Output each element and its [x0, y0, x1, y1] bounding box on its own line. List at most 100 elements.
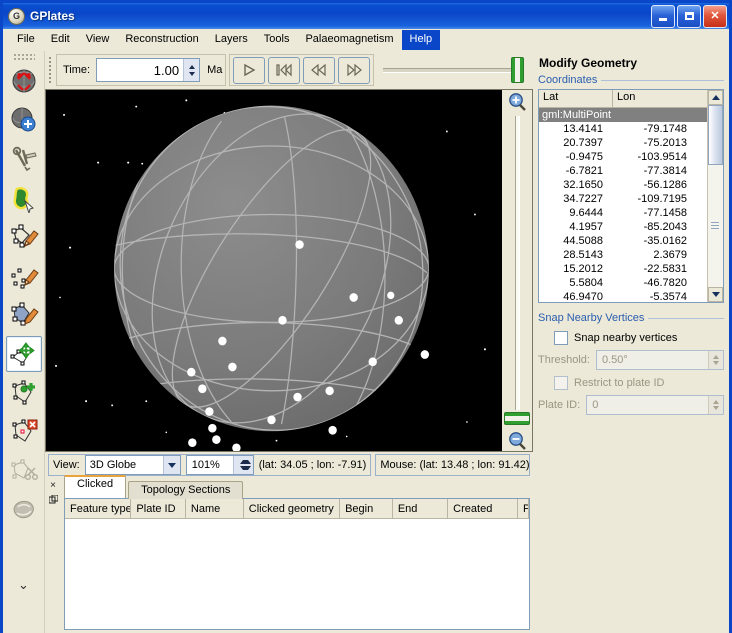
menu-tools[interactable]: Tools	[256, 30, 298, 50]
zoom-in-button[interactable]	[507, 92, 527, 112]
geometry-group-row[interactable]: gml:MultiPoint	[539, 108, 707, 122]
spin-up-icon[interactable]	[188, 64, 195, 69]
scroll-up-button[interactable]	[708, 90, 723, 105]
restrict-plate-id-row[interactable]: Restrict to plate ID	[554, 376, 724, 390]
menu-view[interactable]: View	[78, 30, 118, 50]
zoom-slider[interactable]	[504, 112, 530, 431]
column-header-name[interactable]: Name	[186, 499, 244, 518]
animation-toolbar-grip[interactable]	[48, 56, 53, 84]
menu-edit[interactable]: Edit	[43, 30, 78, 50]
spin-up-icon[interactable]	[713, 355, 719, 359]
click-geometry-tool[interactable]	[6, 180, 42, 216]
digitise-polygon-tool[interactable]	[6, 297, 42, 333]
column-header-present-day-geometry[interactable]: Present-day geometry (lat ; lon)	[518, 499, 529, 518]
column-header-clicked-geometry[interactable]: Clicked geometry	[244, 499, 341, 518]
plate-id-spin-arrows[interactable]	[708, 396, 723, 414]
time-slider-track[interactable]	[383, 67, 511, 73]
column-header-created[interactable]: Created	[448, 499, 518, 518]
play-button[interactable]	[233, 56, 266, 84]
toolbar-grip[interactable]	[12, 53, 35, 60]
column-header-lat[interactable]: Lat	[539, 90, 613, 107]
scrollbar-thumb-top[interactable]	[708, 105, 723, 165]
digitise-polyline-tool[interactable]	[6, 219, 42, 255]
coordinate-row[interactable]: 28.5143 2.3679	[539, 248, 707, 262]
tab-topology-sections[interactable]: Topology Sections	[128, 481, 244, 499]
zoom-percent-spinbox[interactable]: 101%	[185, 455, 254, 475]
split-feature-tool[interactable]	[6, 453, 42, 489]
column-header-begin[interactable]: Begin	[340, 499, 393, 518]
coordinate-row[interactable]: 5.5804 -46.7820	[539, 276, 707, 290]
coordinate-row[interactable]: 15.2012 -22.5831	[539, 262, 707, 276]
seek-beginning-button[interactable]	[268, 56, 301, 84]
measure-distance-tool[interactable]	[6, 141, 42, 177]
dock-float-button[interactable]	[48, 494, 58, 507]
restrict-plate-id-checkbox[interactable]	[554, 376, 568, 390]
clicked-features-table[interactable]: Feature type Plate ID Name Clicked geome…	[64, 498, 530, 630]
column-header-lon[interactable]: Lon	[613, 90, 707, 107]
minimize-button[interactable]	[651, 4, 675, 28]
menu-reconstruction[interactable]: Reconstruction	[117, 30, 206, 50]
time-slider-handle[interactable]	[511, 57, 524, 83]
insert-vertex-tool[interactable]	[6, 375, 42, 411]
coordinate-row[interactable]: 4.1957 -85.2043	[539, 220, 707, 234]
chevron-down-icon[interactable]	[162, 456, 180, 474]
zoom-slider-handle[interactable]	[504, 412, 530, 425]
step-back-button[interactable]	[303, 56, 336, 84]
maximize-button[interactable]	[677, 4, 701, 28]
zoom-spin-arrows[interactable]	[232, 456, 253, 474]
menu-layers[interactable]: Layers	[207, 30, 256, 50]
time-spin-arrows[interactable]	[183, 59, 200, 81]
time-spinbox[interactable]	[96, 58, 201, 82]
coordinate-row[interactable]: 34.7227 -109.7195	[539, 192, 707, 206]
tab-clicked[interactable]: Clicked	[64, 475, 127, 498]
zoom-slider-track[interactable]	[514, 116, 520, 410]
dock-close-button[interactable]: ×	[50, 481, 56, 491]
coordinate-row[interactable]: 44.5088 -35.0162	[539, 234, 707, 248]
close-button[interactable]: ✕	[703, 4, 727, 28]
delete-vertex-tool[interactable]	[6, 414, 42, 450]
coordinate-row[interactable]: 46.9470 -5.3574	[539, 290, 707, 302]
scrollbar-grip[interactable]	[711, 222, 719, 229]
coordinate-row[interactable]: 13.4141 -79.1748	[539, 122, 707, 136]
move-vertex-tool[interactable]	[5, 336, 42, 372]
threshold-spinbox[interactable]: 0.50°	[595, 350, 724, 370]
menu-file[interactable]: File	[9, 30, 43, 50]
spin-down-icon[interactable]	[188, 71, 195, 76]
snap-nearby-vertices-row[interactable]: Snap nearby vertices	[554, 331, 724, 345]
snap-nearby-vertices-checkbox[interactable]	[554, 331, 568, 345]
zoom-out-button[interactable]	[507, 431, 527, 451]
column-header-end[interactable]: End	[393, 499, 449, 518]
spin-up-icon[interactable]	[713, 400, 719, 404]
digitise-multipoint-tool[interactable]	[6, 258, 42, 294]
view-select[interactable]: 3D Globe	[84, 455, 181, 475]
coordinate-row[interactable]: -6.7821 -77.3814	[539, 164, 707, 178]
step-forward-button[interactable]	[338, 56, 371, 84]
column-header-feature-type[interactable]: Feature type	[65, 499, 132, 518]
globe-canvas[interactable]	[45, 89, 502, 452]
menu-help[interactable]: Help	[401, 29, 441, 50]
coordinate-row[interactable]: 20.7397 -75.2013	[539, 136, 707, 150]
manipulate-pole-tool[interactable]	[6, 492, 42, 528]
toolbar-overflow-button[interactable]: ⌄	[18, 577, 29, 593]
column-header-plate-id[interactable]: Plate ID	[131, 499, 186, 518]
coordinate-row[interactable]: 32.1650 -56.1286	[539, 178, 707, 192]
menu-palaeomagnetism[interactable]: Palaeomagnetism	[297, 30, 401, 50]
spin-down-icon[interactable]	[713, 406, 719, 410]
time-input[interactable]	[97, 59, 184, 81]
table-body	[65, 519, 529, 629]
coordinate-row[interactable]: 9.6444 -77.1458	[539, 206, 707, 220]
time-slider[interactable]	[377, 55, 530, 85]
scrollbar-track[interactable]	[708, 165, 723, 287]
spin-down-icon[interactable]	[713, 361, 719, 365]
spin-up-icon[interactable]	[240, 460, 252, 464]
coordinate-row[interactable]: -0.9475 -103.9514	[539, 150, 707, 164]
zoom-globe-tool[interactable]	[6, 102, 42, 138]
coordinates-table[interactable]: Lat Lon gml:MultiPoint 13.4141 -79.1748 2…	[538, 89, 724, 303]
coordinates-scrollbar[interactable]	[707, 90, 723, 302]
drag-globe-tool[interactable]	[6, 63, 42, 99]
spin-down-icon[interactable]	[240, 466, 252, 470]
threshold-spin-arrows[interactable]	[708, 351, 723, 369]
plate-id-spinbox[interactable]: 0	[586, 395, 724, 415]
threshold-row: Threshold: 0.50°	[538, 350, 724, 370]
scroll-down-button[interactable]	[708, 287, 723, 302]
